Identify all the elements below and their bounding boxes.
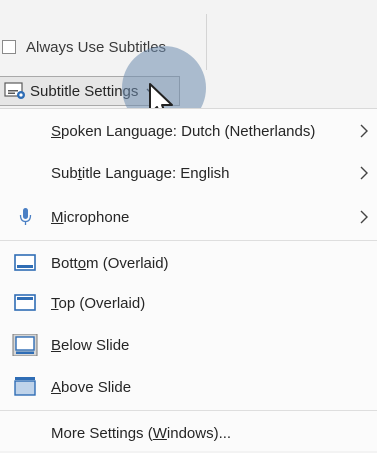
microphone-label: Microphone xyxy=(51,208,130,226)
menu-item-bottom-overlaid[interactable]: Bottom (Overlaid) xyxy=(0,243,377,283)
menu-item-microphone[interactable]: Microphone xyxy=(0,197,377,237)
chevron-right-icon xyxy=(360,166,368,180)
more-settings-label: More Settings (Windows)... xyxy=(51,424,232,442)
top-overlaid-label: Top (Overlaid) xyxy=(51,294,146,312)
microphone-icon xyxy=(19,208,32,225)
subtitle-settings-icon xyxy=(4,82,25,99)
menu-item-below-slide[interactable]: Below Slide xyxy=(0,325,377,365)
above-slide-label: Above Slide xyxy=(51,378,132,396)
top-overlaid-icon xyxy=(14,294,36,311)
menu-item-above-slide[interactable]: Above Slide xyxy=(0,367,377,407)
chevron-right-icon xyxy=(360,124,368,138)
subtitle-language-label: Subtitle Language: English xyxy=(51,164,230,182)
subtitle-settings-menu: Spoken Language: Dutch (Netherlands) Sub… xyxy=(0,108,377,451)
ribbon-separator xyxy=(206,14,207,70)
menu-separator xyxy=(0,240,377,241)
below-slide-icon xyxy=(12,334,38,356)
menu-item-more-settings[interactable]: More Settings (Windows)... xyxy=(0,413,377,453)
menu-item-spoken-language[interactable]: Spoken Language: Dutch (Netherlands) xyxy=(0,111,377,151)
bottom-overlaid-icon xyxy=(14,254,36,271)
menu-item-subtitle-language[interactable]: Subtitle Language: English xyxy=(0,153,377,193)
chevron-right-icon xyxy=(360,210,368,224)
bottom-overlaid-label: Bottom (Overlaid) xyxy=(51,254,169,272)
above-slide-icon xyxy=(14,377,36,396)
menu-separator xyxy=(0,410,377,411)
below-slide-label: Below Slide xyxy=(51,336,130,354)
spoken-language-label: Spoken Language: Dutch (Netherlands) xyxy=(51,122,316,140)
always-use-subtitles-checkbox[interactable] xyxy=(2,40,16,54)
menu-item-top-overlaid[interactable]: Top (Overlaid) xyxy=(0,283,377,323)
